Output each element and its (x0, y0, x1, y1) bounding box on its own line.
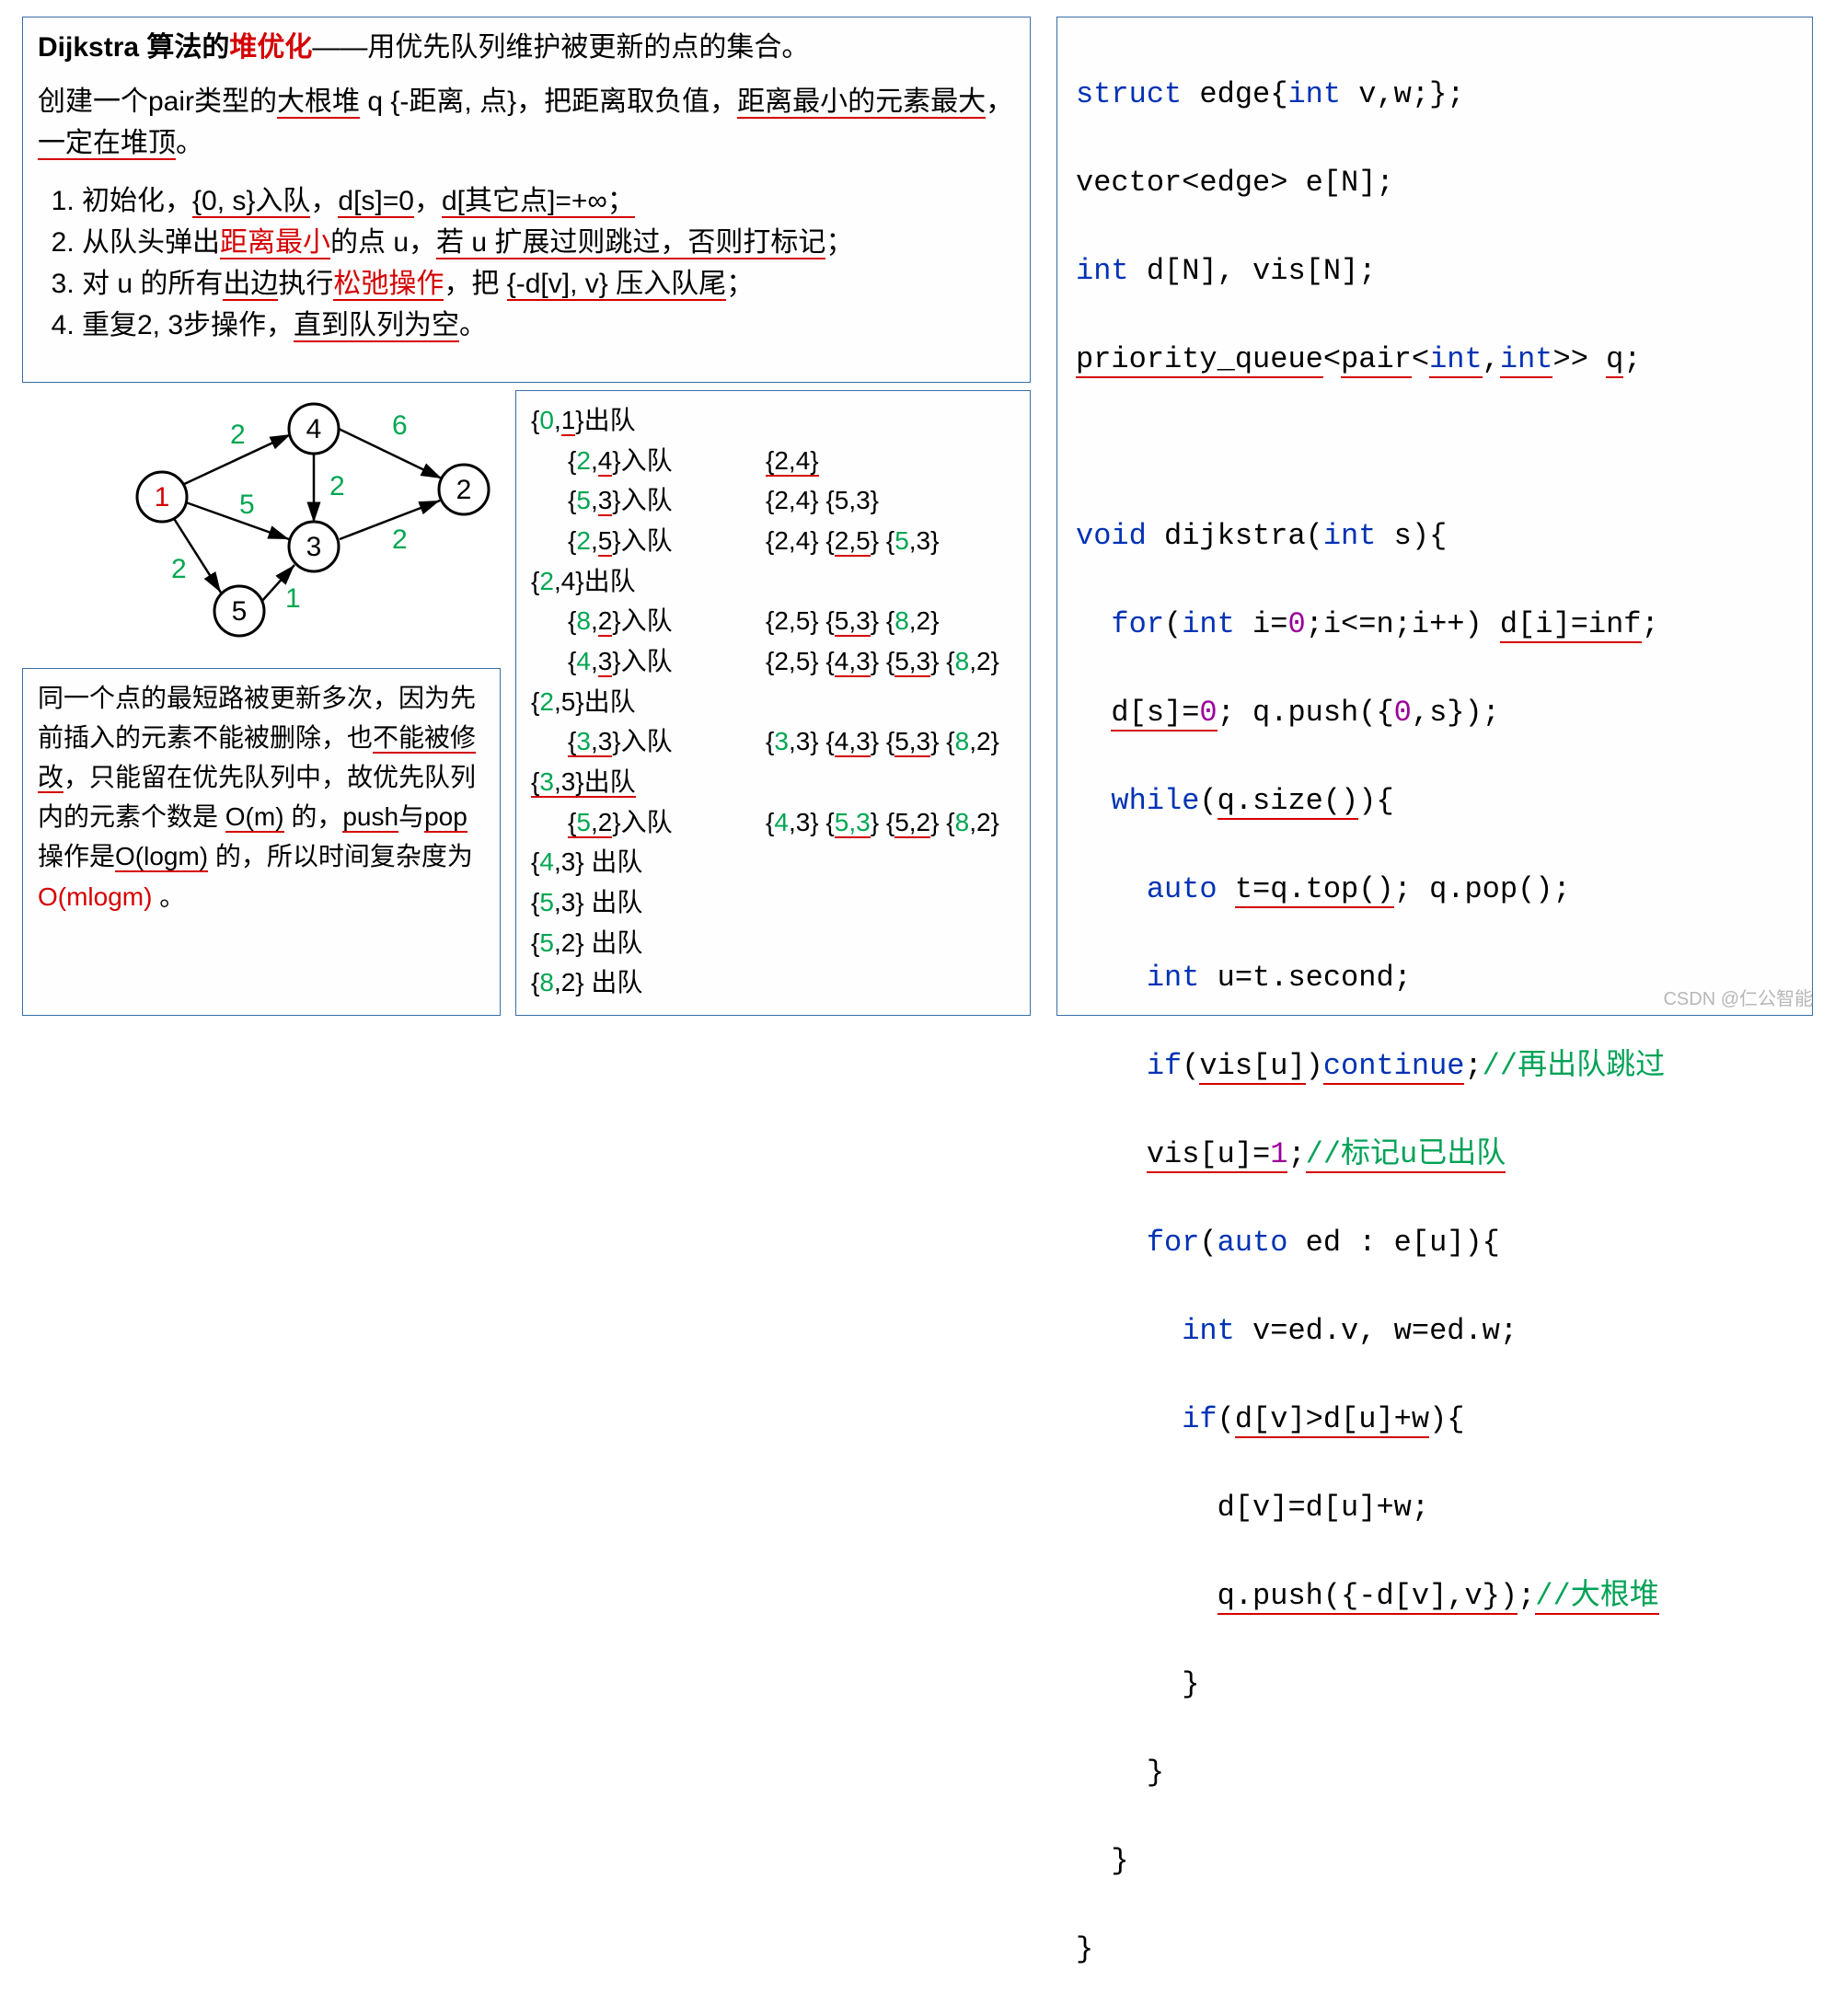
note-panel: 同一个点的最短路被更新多次，因为先前插入的元素不能被删除，也不能被修改，只能留在… (22, 668, 501, 1016)
graph-diagram: 1 4 2 3 5 2 6 2 5 2 2 1 (110, 394, 506, 642)
svg-text:2: 2 (392, 524, 408, 555)
node-2: 2 (439, 465, 489, 514)
node-5: 5 (214, 586, 264, 636)
svg-text:4: 4 (306, 414, 322, 444)
svg-text:1: 1 (155, 482, 170, 513)
svg-text:6: 6 (392, 410, 408, 441)
svg-text:2: 2 (230, 420, 246, 450)
svg-text:2: 2 (329, 471, 345, 501)
node-1: 1 (137, 472, 187, 522)
title-line: Dijkstra 算法的堆优化——用优先队列维护被更新的点的集合。 (38, 27, 1015, 68)
watermark: CSDN @仁公智能 (1663, 985, 1813, 1013)
code-panel: struct edge{int v,w;}; vector<edge> e[N]… (1056, 17, 1813, 1016)
svg-text:2: 2 (171, 554, 187, 584)
trace-panel: {0,1}出队 {2,4}入队{2,4} {5,3}入队{2,4} {5,3} … (515, 390, 1031, 1016)
svg-text:5: 5 (232, 596, 248, 627)
svg-text:3: 3 (306, 532, 322, 562)
node-3: 3 (289, 522, 339, 571)
code-block: struct edge{int v,w;}; vector<edge> e[N]… (1076, 29, 1794, 2016)
node-4: 4 (289, 404, 339, 454)
explain-panel: Dijkstra 算法的堆优化——用优先队列维护被更新的点的集合。 创建一个pa… (22, 17, 1031, 383)
steps-list: 初始化，{0, s}入队，d[s]=0，d[其它点]=+∞； 从队头弹出距离最小… (41, 180, 1015, 346)
heap-line: 创建一个pair类型的大根堆 q {-距离, 点}，把距离取负值，距离最小的元素… (38, 81, 1015, 164)
svg-text:5: 5 (239, 490, 255, 520)
svg-text:1: 1 (285, 583, 301, 614)
svg-text:2: 2 (456, 475, 472, 505)
